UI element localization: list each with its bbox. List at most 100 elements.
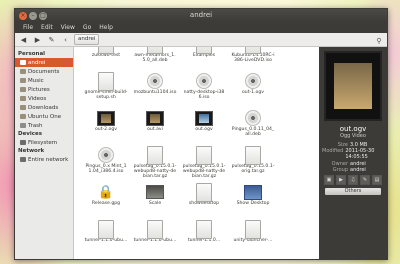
sidebar-header-network: Network xyxy=(18,148,45,154)
file-label: out.avi xyxy=(147,127,163,132)
back-button[interactable]: ◀ xyxy=(18,35,29,45)
package-icon xyxy=(244,109,262,127)
media-icon: ♫ xyxy=(350,177,356,184)
script-icon xyxy=(195,182,213,202)
file-item[interactable]: tunnel-1.1.0... xyxy=(181,219,227,257)
file-label: tunnel-1.1.0-ubu... xyxy=(84,238,128,243)
menu-edit[interactable]: Edit xyxy=(41,24,53,31)
file-item[interactable]: pulsetag_0.15.0.1-webupd8-natty-debian.t… xyxy=(132,145,178,183)
package-icon-shape xyxy=(147,47,163,54)
menu-go[interactable]: Go xyxy=(83,24,91,31)
file-item[interactable]: Scale xyxy=(132,183,178,220)
key-icon-shape: 🔒 xyxy=(97,184,115,200)
preview-value: 2011-05-30 14:05:55 xyxy=(345,148,375,161)
file-item[interactable]: pulsetag_0.15.0.1-webupd8-natty-debian.t… xyxy=(181,145,227,183)
open-with-button[interactable]: ▤ xyxy=(372,175,382,186)
video-icon-shape xyxy=(195,110,213,126)
sidebar-item-home[interactable]: andrei xyxy=(15,58,73,67)
open-with-button[interactable]: ✎ xyxy=(360,175,370,186)
disc-icon-shape xyxy=(245,47,261,54)
path-button-home[interactable]: andrei xyxy=(74,34,100,45)
preview-file-name: out.ogv xyxy=(339,125,367,133)
folder-icon-shape xyxy=(98,47,114,54)
search-button[interactable]: ⚲ xyxy=(374,36,384,46)
debian-icon-shape xyxy=(245,219,261,239)
file-item[interactable]: tunnel-1.1.0-ubu... xyxy=(132,219,178,257)
sidebar-item-trash[interactable]: Trash xyxy=(15,121,73,130)
open-with-button[interactable]: ▶ xyxy=(336,175,346,186)
file-label: Kubuntu-14.10RC-i386-LiveDVD.iso xyxy=(231,53,275,64)
file-item[interactable]: out.avi xyxy=(132,109,178,146)
video-icon-shape xyxy=(146,110,164,126)
file-item[interactable]: Pingus_0.0.11_04_all.deb xyxy=(230,109,276,146)
search-icon: ⚲ xyxy=(376,37,382,45)
file-item[interactable]: zukitwo-test xyxy=(83,47,129,72)
file-item[interactable]: out.ogv xyxy=(181,109,227,146)
places-sidebar: Personal andrei Documents Music Pictures… xyxy=(15,47,74,259)
open-with-button[interactable]: ♫ xyxy=(348,175,358,186)
sidebar-item-ubuntu-one[interactable]: Ubuntu One xyxy=(15,112,73,121)
back-arrow-icon: ◀ xyxy=(20,35,27,44)
editor-icon: ✎ xyxy=(362,177,368,184)
sidebar-item-label: Downloads xyxy=(28,104,59,111)
empty-cell xyxy=(279,220,319,257)
package-icon xyxy=(97,219,115,239)
menu-file[interactable]: File xyxy=(23,24,33,31)
desktop-icon xyxy=(244,183,262,201)
trash-icon xyxy=(20,123,26,128)
package-icon xyxy=(146,219,164,239)
file-item[interactable]: Kubuntu-14.10RC-i386-LiveDVD.iso xyxy=(230,47,276,72)
file-item[interactable]: mozbuntu1104.iso xyxy=(132,72,178,109)
film-icon: ▤ xyxy=(374,177,380,184)
sidebar-item-videos[interactable]: Videos xyxy=(15,94,73,103)
debian-icon xyxy=(244,219,262,239)
disc-icon xyxy=(244,47,262,54)
left-scroll-button[interactable]: ‹ xyxy=(60,35,71,45)
file-item[interactable]: Examples xyxy=(181,47,227,72)
package-icon xyxy=(195,219,213,239)
sidebar-item-label: Trash xyxy=(28,122,43,129)
file-manager-window: × – □ andrei File Edit View Go Help ◀ ▶ … xyxy=(14,8,388,260)
open-with-button[interactable]: ▣ xyxy=(324,175,334,186)
sidebar-item-network[interactable]: Entire network xyxy=(15,155,73,164)
file-label: gnome-shell-build-setup.sh xyxy=(84,90,128,101)
sidebar-item-documents[interactable]: Documents xyxy=(15,67,73,76)
sidebar-item-music[interactable]: Music xyxy=(15,76,73,85)
others-button[interactable]: Others xyxy=(325,188,381,196)
file-label: Examples xyxy=(192,53,216,58)
file-item[interactable]: pulsetag_0.15.0.1-orig.tar.gz xyxy=(230,145,276,183)
menu-help[interactable]: Help xyxy=(99,24,113,31)
preview-key: Group xyxy=(332,166,348,173)
file-label: out-2.ogv xyxy=(94,127,117,132)
preview-pane: out.ogv Ogg Video Size 3.0 MB Modified 201… xyxy=(319,47,387,259)
file-item[interactable]: out-1.ogv xyxy=(230,72,276,109)
forward-button[interactable]: ▶ xyxy=(32,35,43,45)
file-item[interactable]: Show Desktop xyxy=(230,183,276,220)
file-item[interactable]: unity-launcher-... xyxy=(230,219,276,257)
file-item[interactable]: tunnel-1.1.0-ubu... xyxy=(83,219,129,257)
sidebar-item-downloads[interactable]: Downloads xyxy=(15,103,73,112)
file-label: Scale xyxy=(148,201,162,206)
menu-view[interactable]: View xyxy=(61,24,75,31)
file-label: awn-metamors_1.5.0_all.deb xyxy=(134,53,176,64)
file-item[interactable]: showdesktop xyxy=(181,182,227,220)
file-item[interactable]: out-2.ogv xyxy=(83,109,129,146)
file-item[interactable]: gnome-shell-build-setup.sh xyxy=(83,71,129,109)
sidebar-item-filesystem[interactable]: Filesystem xyxy=(15,138,73,147)
package-icon xyxy=(146,47,164,54)
file-item[interactable]: 🔒 Release.gpg xyxy=(83,183,129,220)
sidebar-item-pictures[interactable]: Pictures xyxy=(15,85,73,94)
monitor-icon-shape xyxy=(146,185,164,199)
forward-arrow-icon: ▶ xyxy=(34,35,41,44)
video-icon xyxy=(97,109,115,127)
path-toggle-button[interactable]: ✎ xyxy=(46,35,57,45)
file-item[interactable]: natty-desktop-i386.iso xyxy=(181,72,227,109)
folder-icon xyxy=(20,78,26,83)
preview-key: Modified xyxy=(322,148,344,155)
file-item[interactable]: awn-metamors_1.5.0_all.deb xyxy=(132,47,178,72)
video-icon-shape xyxy=(97,110,115,126)
file-item[interactable]: Pingus_0.x Mint_11.04_i386.4.iso xyxy=(83,146,129,183)
script-icon-shape xyxy=(98,71,114,91)
file-label: pulsetag_0.15.0.1-webupd8-natty-debian.t… xyxy=(133,164,177,180)
video-icon xyxy=(244,72,262,90)
